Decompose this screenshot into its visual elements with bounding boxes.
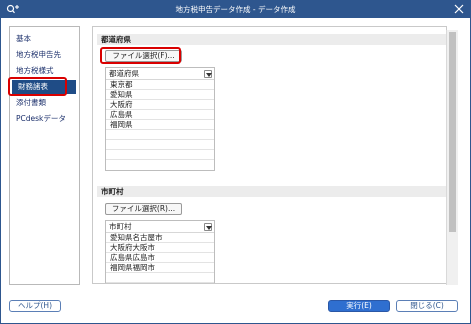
chevron-down-icon <box>206 73 212 77</box>
prefecture-section-header: 都道府県 <box>97 34 446 45</box>
list-item[interactable]: 福岡県福岡市 <box>106 263 214 273</box>
empty-row <box>106 140 214 150</box>
list-item[interactable]: 広島県 <box>106 110 214 120</box>
list-item[interactable]: 大阪府大阪市 <box>106 243 214 253</box>
sidebar-item-local-tax-forms[interactable]: 地方税様式 <box>10 64 79 78</box>
city-filter-dropdown[interactable] <box>204 223 212 231</box>
prefecture-list-header: 都道府県 <box>106 68 214 80</box>
scrollbar-thumb[interactable] <box>449 32 456 232</box>
prefecture-filter-dropdown[interactable] <box>204 70 212 78</box>
city-list-header: 市町村 <box>106 221 214 233</box>
sidebar-item-local-tax-destination[interactable]: 地方税申告先 <box>10 48 79 62</box>
highlight-box <box>8 77 67 96</box>
empty-row <box>106 130 214 140</box>
list-item[interactable]: 広島県広島市 <box>106 253 214 263</box>
list-item[interactable]: 大阪府 <box>106 100 214 110</box>
empty-row <box>106 283 214 284</box>
main-panel: 都道府県 ファイル選択(F)... 都道府県 東京都 愛知県 大阪府 広島県 福… <box>92 26 447 284</box>
prefecture-list: 都道府県 東京都 愛知県 大阪府 広島県 福岡県 <box>105 67 215 171</box>
sidebar: 基本 地方税申告先 地方税様式 財務諸表 添付書類 PCdeskデータ <box>9 26 80 285</box>
chevron-down-icon <box>206 226 212 230</box>
prefecture-column-header: 都道府県 <box>109 69 139 78</box>
close-icon[interactable] <box>451 2 467 16</box>
list-item[interactable]: 東京都 <box>106 80 214 90</box>
list-item[interactable]: 愛知県 <box>106 90 214 100</box>
empty-row <box>106 150 214 160</box>
sidebar-item-basic[interactable]: 基本 <box>10 32 79 46</box>
city-column-header: 市町村 <box>109 222 132 231</box>
city-section-header: 市町村 <box>97 186 446 197</box>
vertical-scrollbar[interactable] <box>446 30 458 285</box>
close-button[interactable]: 閉じる(C) <box>396 300 458 312</box>
sidebar-item-pcdesk-data[interactable]: PCdeskデータ <box>10 112 79 126</box>
list-item[interactable]: 福岡県 <box>106 120 214 130</box>
window-title: 地方税申告データ作成 - データ作成 <box>175 5 296 14</box>
execute-button[interactable]: 実行(E) <box>328 300 390 312</box>
sidebar-item-attachments[interactable]: 添付書類 <box>10 96 79 110</box>
title-bar: 地方税申告データ作成 - データ作成 <box>0 0 471 18</box>
help-button[interactable]: ヘルプ(H) <box>9 300 61 312</box>
city-file-select-button[interactable]: ファイル選択(R)... <box>105 203 182 215</box>
highlight-box <box>100 47 181 64</box>
city-list: 市町村 愛知県名古屋市 大阪府大阪市 広島県広島市 福岡県福岡市 <box>105 220 215 284</box>
empty-row <box>106 160 214 170</box>
list-item[interactable]: 愛知県名古屋市 <box>106 233 214 243</box>
empty-row <box>106 273 214 283</box>
